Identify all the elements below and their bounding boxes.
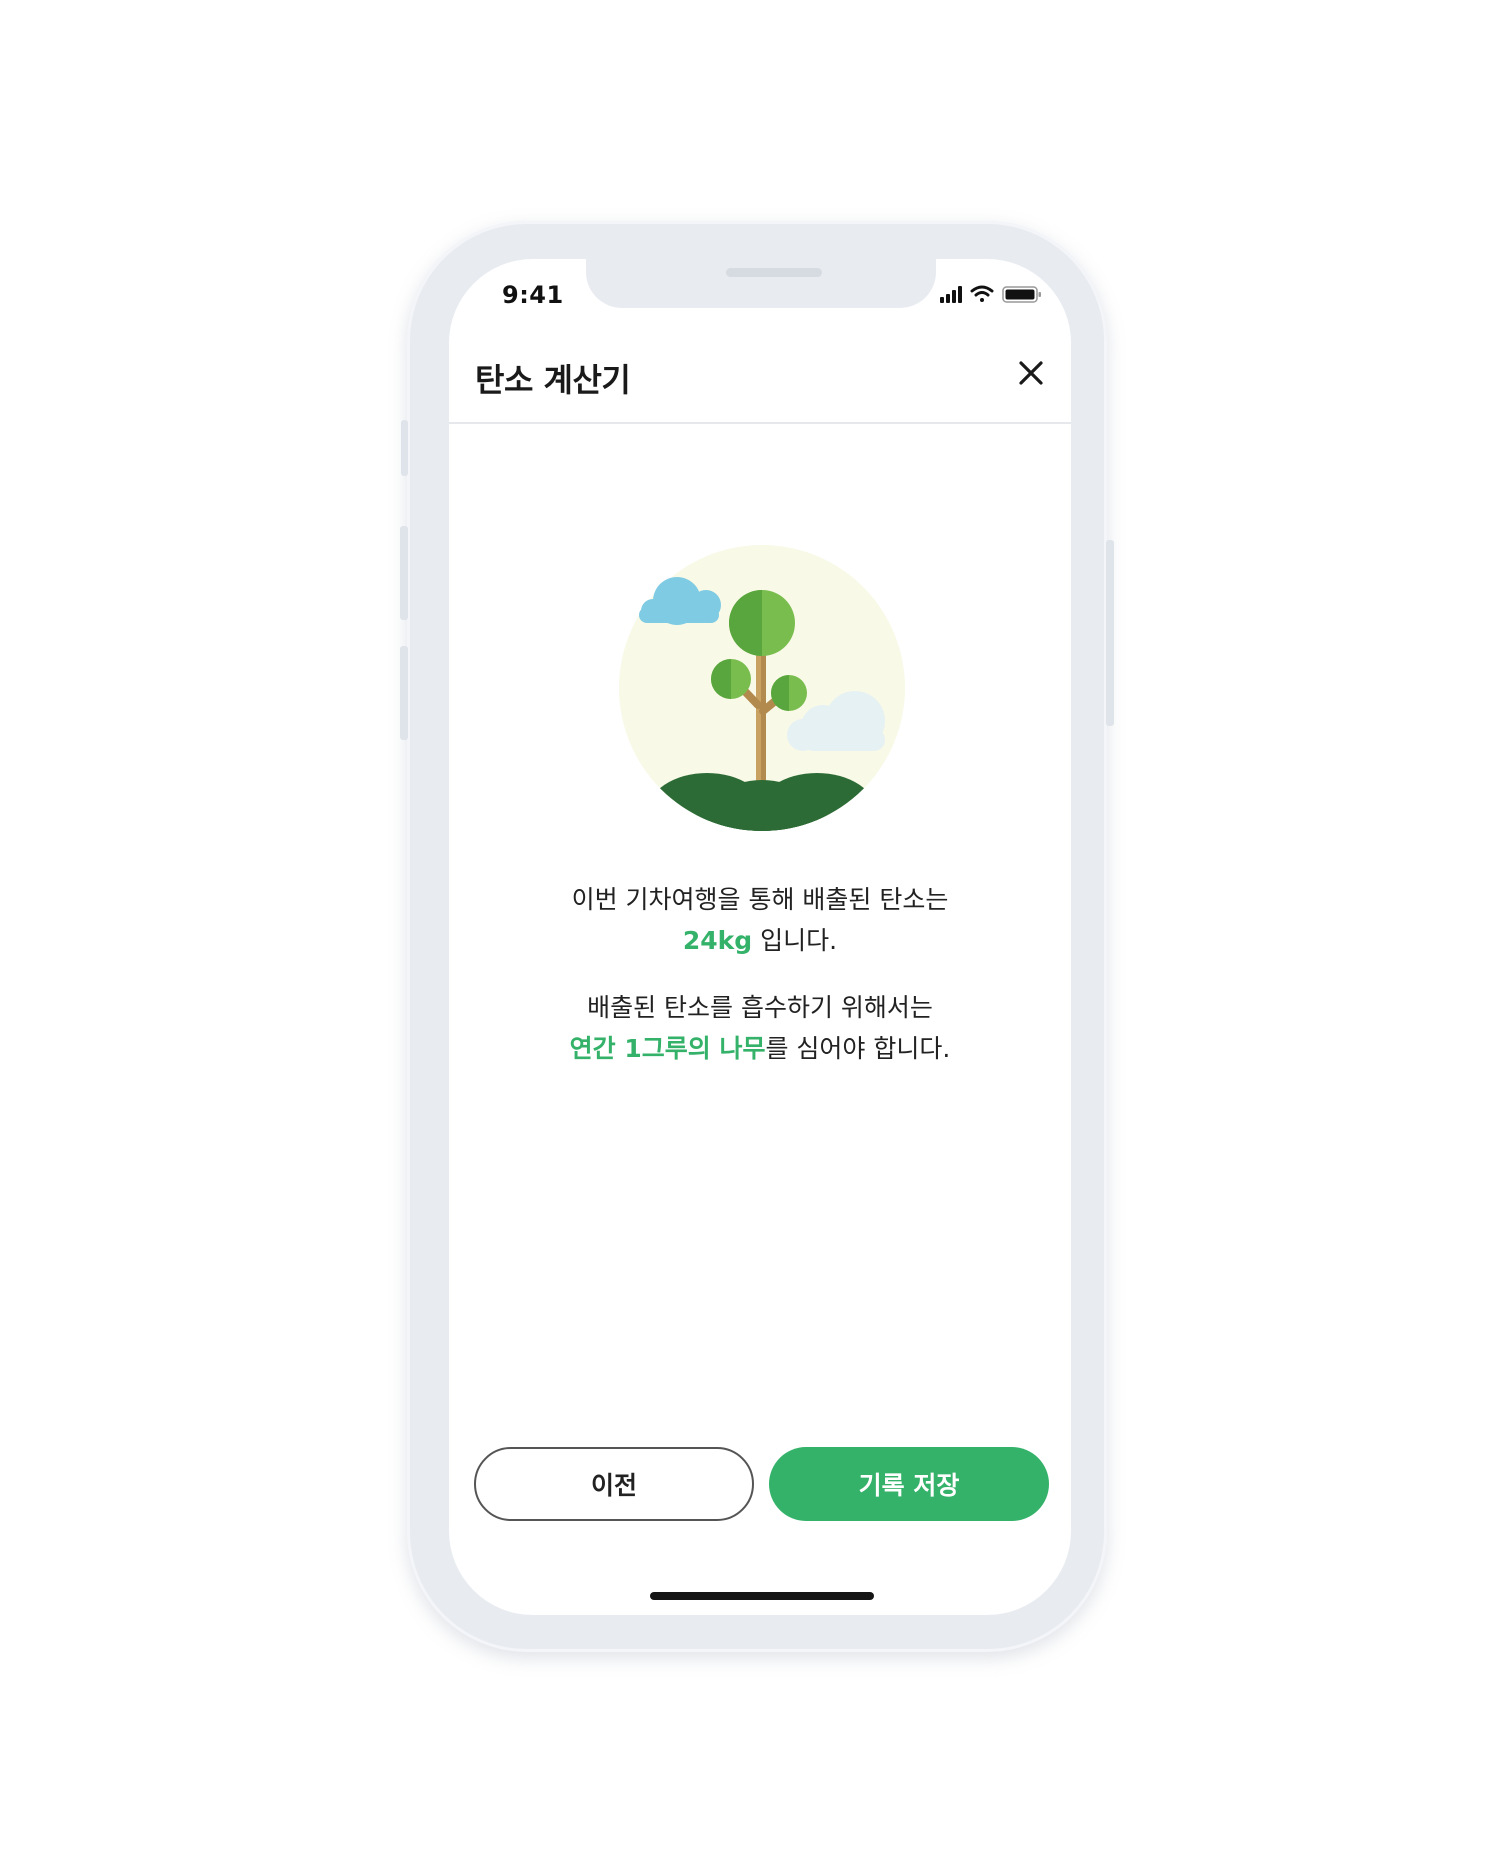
- status-time: 9:41: [502, 281, 564, 309]
- status-icons: [940, 285, 1041, 303]
- tree-message: 배출된 탄소를 흡수하기 위해서는 연간 1그루의 나무를 심어야 합니다.: [449, 987, 1071, 1069]
- result-line-2: 24kg 입니다.: [449, 920, 1071, 961]
- result-line-2-suffix: 입니다.: [752, 926, 838, 955]
- volume-up-button: [400, 526, 408, 620]
- power-button: [1106, 540, 1114, 726]
- notch: [586, 259, 936, 308]
- volume-down-button: [400, 646, 408, 740]
- result-line-1: 이번 기차여행을 통해 배출된 탄소는: [571, 885, 949, 914]
- tree-crown-right: [771, 675, 807, 711]
- tree-illustration: [619, 545, 905, 831]
- tree-crown-top: [729, 590, 795, 656]
- mute-switch: [401, 420, 408, 476]
- signal-icon: [940, 286, 962, 303]
- tree-line-2-suffix: 를 심어야 합니다.: [765, 1034, 951, 1063]
- tree-crown-left: [711, 659, 751, 699]
- prev-button[interactable]: 이전: [474, 1447, 754, 1521]
- page-title: 탄소 계산기: [475, 361, 631, 399]
- save-record-button[interactable]: 기록 저장: [769, 1447, 1049, 1521]
- wifi-icon: [970, 285, 994, 302]
- close-icon[interactable]: [1013, 355, 1049, 391]
- tree-count: 연간 1그루의 나무: [569, 1034, 766, 1063]
- result-message: 이번 기차여행을 통해 배출된 탄소는 24kg 입니다.: [449, 879, 1071, 961]
- battery-icon: [1002, 286, 1041, 303]
- speaker-grill: [726, 268, 822, 277]
- tree-line-1: 배출된 탄소를 흡수하기 위해서는: [587, 993, 933, 1022]
- home-indicator[interactable]: [650, 1592, 874, 1600]
- tree-line-2: 연간 1그루의 나무를 심어야 합니다.: [449, 1028, 1071, 1069]
- carbon-amount: 24kg: [682, 926, 753, 955]
- header-divider: [449, 422, 1071, 424]
- phone-screen: 9:41 탄소 계산기 이번 기차여행을 통해 배출된 탄소는 24kg 입니다…: [449, 259, 1071, 1615]
